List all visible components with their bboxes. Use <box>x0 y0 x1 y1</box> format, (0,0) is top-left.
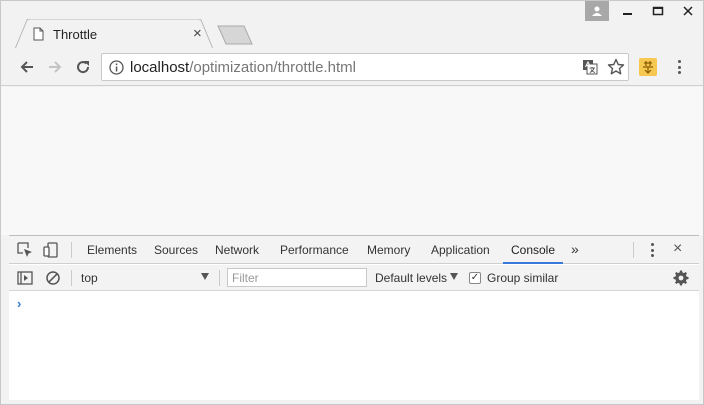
devtools-tab-memory[interactable]: Memory <box>367 236 410 264</box>
address-bar[interactable]: localhost/optimization/throttle.html <box>101 53 629 81</box>
url-text: localhost/optimization/throttle.html <box>130 59 356 76</box>
extension-icon <box>643 61 653 74</box>
console-filter-input[interactable] <box>227 268 367 287</box>
devtools-close-icon[interactable]: × <box>673 240 682 258</box>
menu-dot-icon <box>651 243 654 246</box>
reload-icon <box>77 61 90 74</box>
menu-dot-icon <box>677 60 681 63</box>
tab-title: Throttle <box>53 27 98 42</box>
browser-window: Throttle × localhost/optimization/thrott… <box>0 0 704 405</box>
forward-button[interactable] <box>45 57 65 77</box>
inspect-element-icon[interactable] <box>17 242 33 258</box>
devtools-panel: Elements Sources Network Performance Mem… <box>9 235 699 400</box>
back-button[interactable] <box>17 57 37 77</box>
group-similar-checkbox[interactable]: ✓ <box>469 272 481 284</box>
toolbar-divider <box>219 270 220 286</box>
context-selector[interactable]: top <box>81 271 98 285</box>
url-path: /optimization/throttle.html <box>189 59 356 76</box>
log-levels-dropdown[interactable]: Default levels <box>375 271 447 285</box>
device-toolbar-icon[interactable] <box>43 242 59 258</box>
menu-dot-icon <box>677 65 681 69</box>
menu-dot-icon <box>677 71 681 74</box>
devtools-tab-bar: Elements Sources Network Performance Mem… <box>9 236 699 264</box>
forward-arrow-icon <box>49 61 62 73</box>
tab-close-icon[interactable]: × <box>193 26 202 41</box>
maximize-button[interactable] <box>643 1 673 21</box>
more-tabs-icon[interactable]: » <box>571 241 579 257</box>
user-icon <box>592 6 602 16</box>
clear-console-icon[interactable] <box>45 270 61 286</box>
info-icon[interactable] <box>109 60 124 75</box>
profile-button[interactable] <box>585 1 609 21</box>
url-host: localhost <box>130 59 190 76</box>
toolbar-divider <box>71 242 72 258</box>
translate-icon[interactable] <box>582 59 598 75</box>
reload-button[interactable] <box>73 57 93 77</box>
context-dropdown-icon[interactable] <box>201 273 209 280</box>
devtools-tab-console[interactable]: Console <box>503 236 563 264</box>
gear-icon[interactable] <box>673 270 689 286</box>
toolbar-divider <box>71 270 72 286</box>
extension-button[interactable] <box>639 58 657 76</box>
menu-dot-icon <box>651 254 654 257</box>
console-prompt-icon[interactable]: › <box>17 296 21 311</box>
toolbar-divider <box>633 242 634 258</box>
devtools-tab-network[interactable]: Network <box>215 236 259 264</box>
close-window-button[interactable] <box>673 1 703 21</box>
minimize-icon <box>623 13 632 15</box>
window-controls <box>585 1 703 21</box>
devtools-tab-sources[interactable]: Sources <box>154 236 198 264</box>
devtools-tab-application[interactable]: Application <box>431 236 490 264</box>
browser-menu-button[interactable] <box>671 58 687 76</box>
console-output[interactable]: › <box>9 292 699 400</box>
browser-toolbar: localhost/optimization/throttle.html <box>1 48 703 86</box>
back-arrow-icon <box>20 61 33 73</box>
devtools-tab-performance[interactable]: Performance <box>280 236 349 264</box>
console-toolbar: top Default levels ✓ Group similar <box>9 265 699 291</box>
levels-dropdown-icon[interactable] <box>450 273 458 280</box>
new-tab-button[interactable] <box>217 25 253 45</box>
devtools-menu-icon[interactable] <box>651 243 655 257</box>
maximize-icon <box>652 6 664 16</box>
page-icon <box>33 27 44 41</box>
browser-tab[interactable]: Throttle × <box>15 19 213 49</box>
bookmark-star-icon[interactable] <box>607 58 625 76</box>
tab-strip: Throttle × <box>1 1 703 49</box>
menu-dot-icon <box>651 248 654 252</box>
minimize-button[interactable] <box>613 1 643 21</box>
close-icon <box>683 6 693 16</box>
devtools-tab-elements[interactable]: Elements <box>87 236 137 264</box>
tab-shape <box>15 19 213 49</box>
show-sidebar-icon[interactable] <box>17 270 33 286</box>
page-viewport[interactable] <box>1 87 703 235</box>
group-similar-label: Group similar <box>487 271 559 285</box>
